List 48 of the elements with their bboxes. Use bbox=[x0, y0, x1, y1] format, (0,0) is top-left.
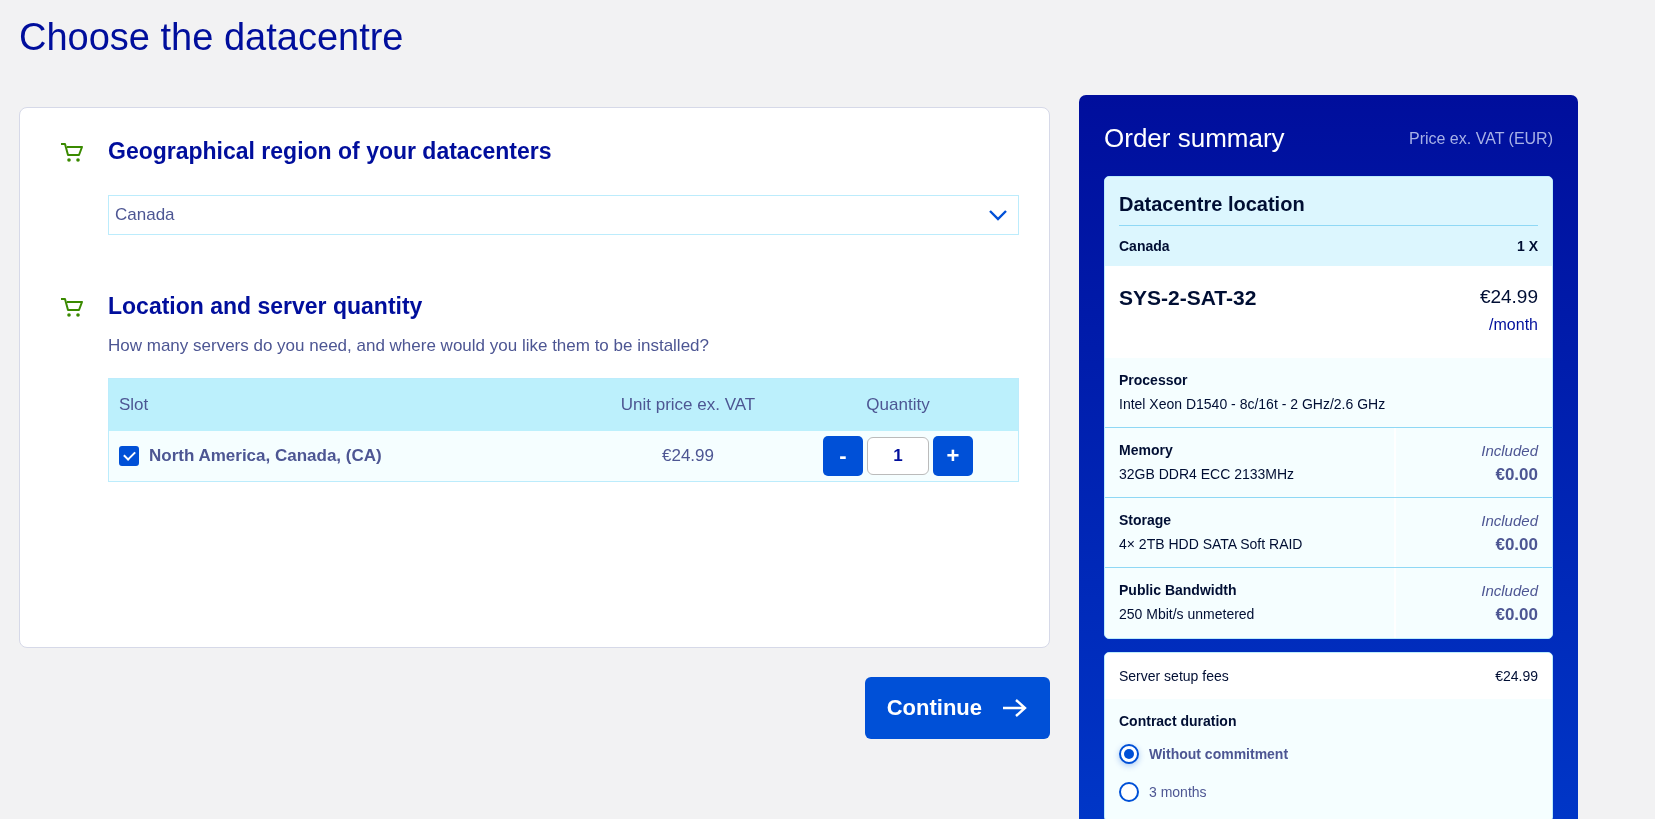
quantity-field[interactable]: 1 bbox=[867, 437, 929, 475]
component-label: Public Bandwidth bbox=[1119, 582, 1238, 598]
region-dropdown[interactable]: Canada bbox=[108, 195, 1019, 235]
cart-icon bbox=[60, 140, 84, 163]
included-note: Included bbox=[1480, 512, 1538, 529]
component-value: 4× 2TB HDD SATA Soft RAID bbox=[1119, 536, 1304, 552]
fees-label: Server setup fees bbox=[1119, 668, 1229, 684]
radio-button[interactable] bbox=[1119, 782, 1139, 802]
included-note: Included bbox=[1480, 442, 1538, 459]
product-price: €24.99 bbox=[1479, 286, 1538, 308]
component-label: Processor bbox=[1119, 372, 1189, 388]
continue-button[interactable]: Continue bbox=[864, 677, 1050, 739]
option-label[interactable]: 3 months bbox=[1149, 784, 1207, 800]
column-header: Quantity bbox=[865, 395, 931, 415]
component-value: 250 Mbit/s unmetered bbox=[1119, 606, 1256, 622]
location-name: Canada bbox=[1119, 238, 1170, 254]
section-title: Geographical region of your datacenters bbox=[108, 138, 552, 165]
component-price: €0.00 bbox=[1494, 535, 1538, 555]
contract-title: Contract duration bbox=[1119, 713, 1238, 729]
component-value: 32GB DDR4 ECC 2133MHz bbox=[1119, 466, 1296, 482]
component-price: €0.00 bbox=[1494, 465, 1538, 485]
slot-label: North America, Canada, (CA) bbox=[149, 446, 382, 466]
arrow-right-icon bbox=[1002, 698, 1028, 718]
component-label: Storage bbox=[1119, 512, 1173, 528]
page-title: Choose the datacentre bbox=[19, 15, 405, 60]
price-period: /month bbox=[1488, 316, 1538, 334]
decrement-button[interactable]: - bbox=[823, 436, 863, 476]
option-label[interactable]: Without commitment bbox=[1149, 746, 1289, 762]
product-name: SYS-2-SAT-32 bbox=[1119, 286, 1257, 311]
component-price: €0.00 bbox=[1494, 605, 1538, 625]
increment-button[interactable]: + bbox=[933, 436, 973, 476]
column-header: Unit price ex. VAT bbox=[619, 395, 757, 415]
price-cell-text: €24.99 bbox=[661, 446, 715, 466]
cart-icon bbox=[60, 295, 84, 318]
column-header: Slot bbox=[118, 395, 150, 415]
summary-title: Order summary bbox=[1104, 123, 1285, 154]
section-title: Location and server quantity bbox=[108, 293, 423, 320]
radio-button[interactable] bbox=[1119, 744, 1139, 764]
checkbox[interactable] bbox=[119, 446, 139, 466]
location-count: 1 X bbox=[1517, 238, 1538, 254]
fees-price: €24.99 bbox=[1495, 668, 1538, 684]
price-note: Price ex. VAT (EUR) bbox=[1408, 129, 1553, 148]
included-note: Included bbox=[1480, 582, 1538, 599]
chevron-down-icon bbox=[988, 209, 1008, 221]
location-title: Datacentre location bbox=[1119, 193, 1538, 226]
section-description: How many servers do you need, and where would you like them to be installed? bbox=[108, 336, 710, 356]
component-value: Intel Xeon D1540 - 8c/16t - 2 GHz/2.6 GHz bbox=[1119, 396, 1387, 412]
component-label: Memory bbox=[1119, 442, 1174, 458]
